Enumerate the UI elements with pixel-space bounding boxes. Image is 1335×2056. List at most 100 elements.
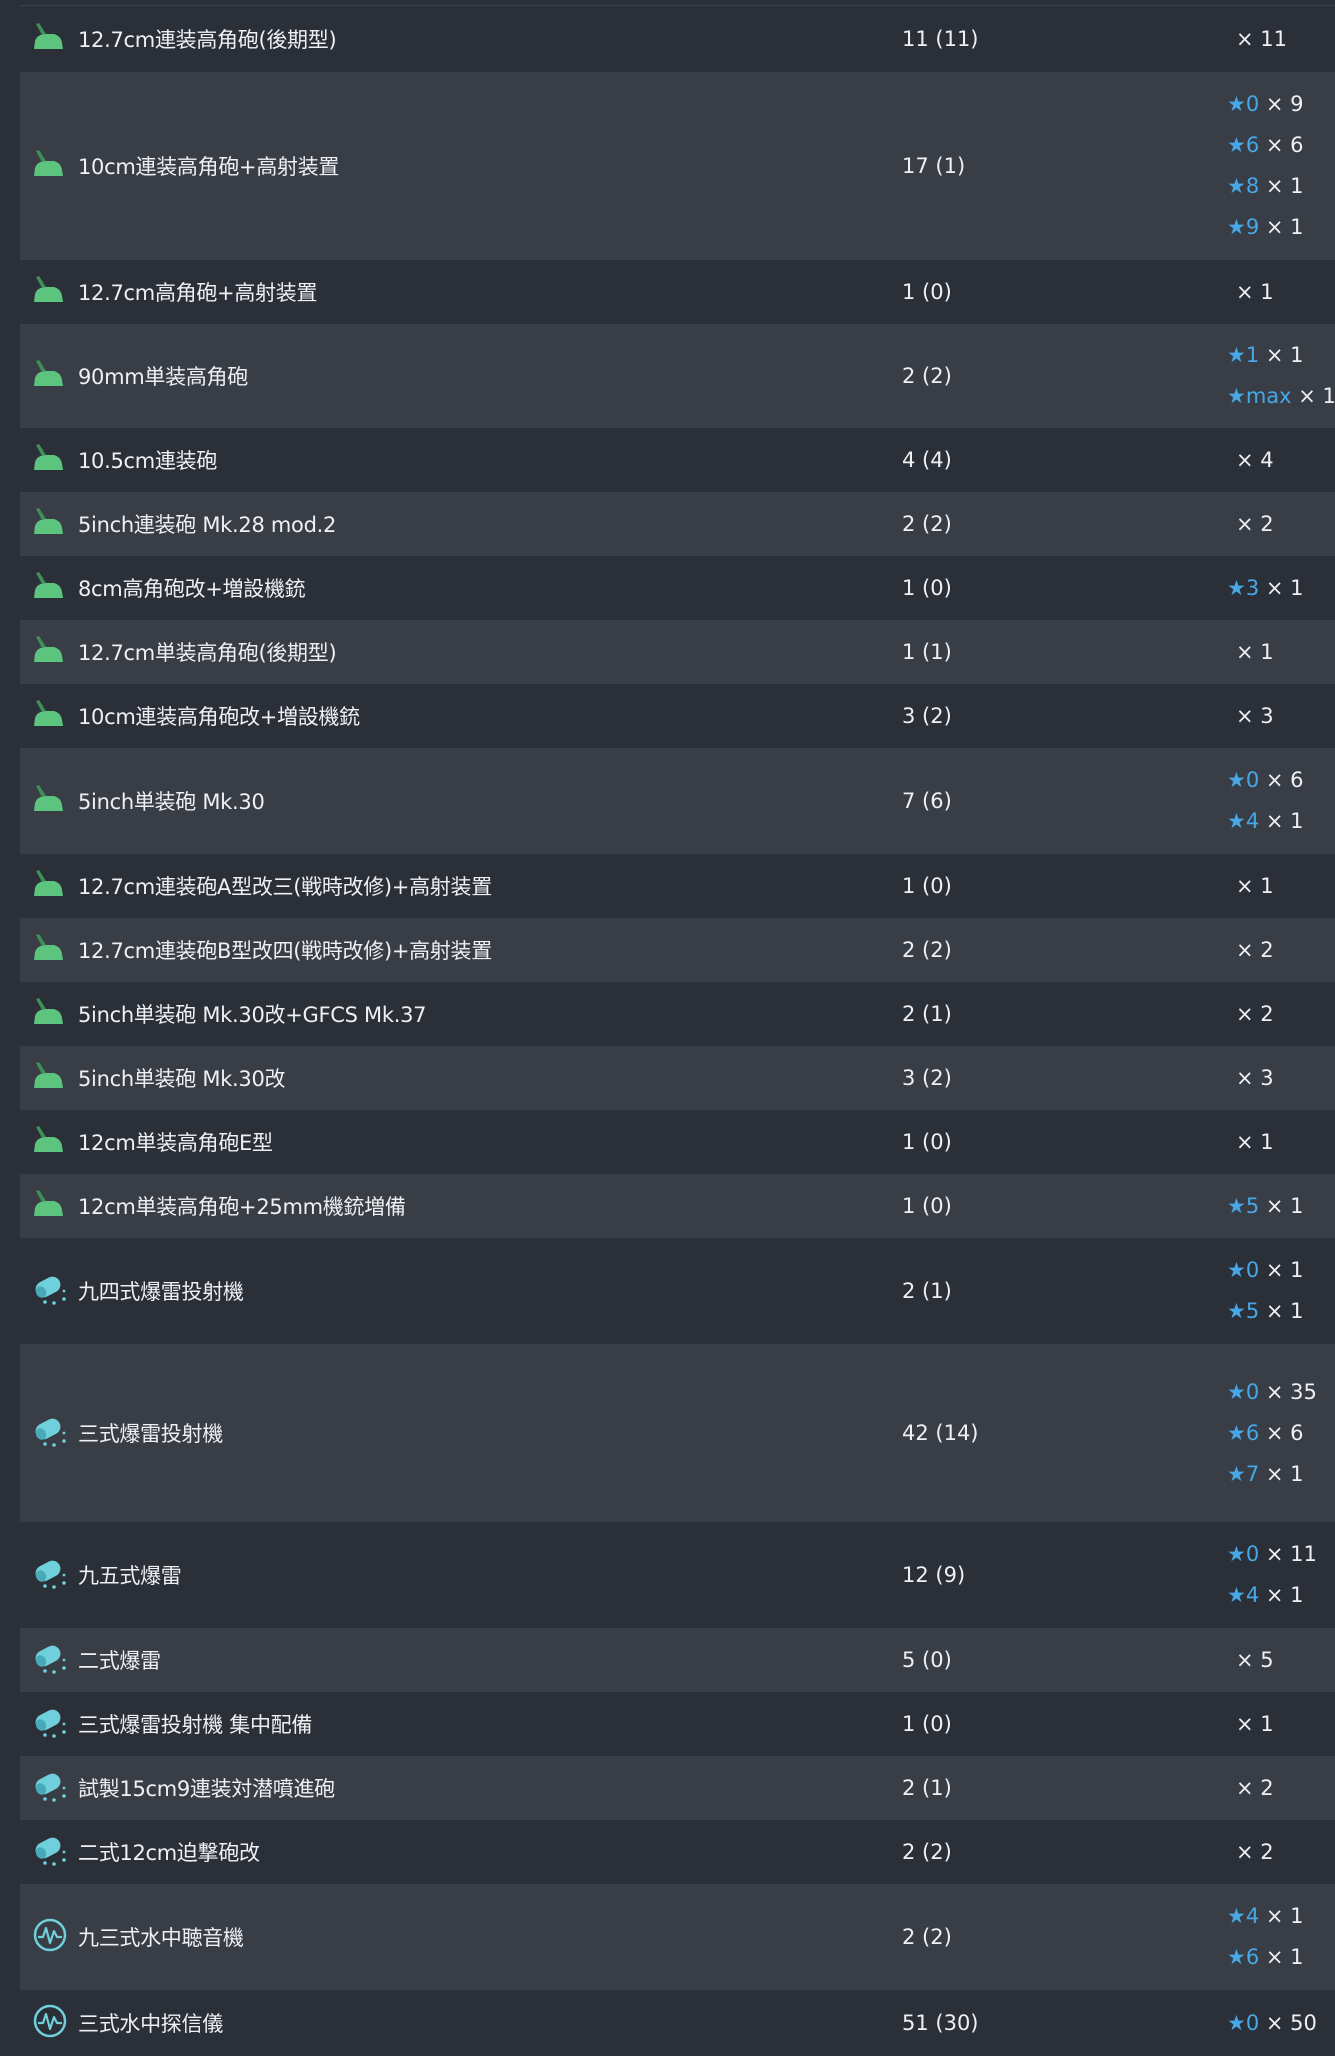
equipment-name: 九四式爆雷投射機 — [78, 1280, 244, 1304]
improvement-line: × 5 — [1227, 1640, 1335, 1681]
equipment-name: 12.7cm単装高角砲(後期型) — [78, 641, 337, 665]
improvement-count: × 1 — [1236, 1711, 1274, 1736]
improvement-level: 1 — [1245, 343, 1260, 367]
star-icon: ★ — [1227, 768, 1246, 792]
aa-gun-icon — [32, 783, 64, 815]
equipment-count: 1 (0) — [902, 874, 952, 898]
aa-gun-icon — [32, 1060, 64, 1092]
improvement-breakdown: ★4 × 1 ★6 × 1 — [1227, 1884, 1335, 1990]
improvement-breakdown: × 2 — [1227, 918, 1335, 982]
improvement-level: 4 — [1245, 1904, 1260, 1928]
improvement-breakdown: × 1 — [1227, 1110, 1335, 1174]
star-icon: ★ — [1227, 809, 1246, 833]
equipment-icon-cell — [20, 1692, 78, 1756]
improvement-level: 0 — [1245, 1542, 1260, 1566]
equipment-name: 試製15cm9連装対潜噴進砲 — [78, 1777, 335, 1801]
equipment-count: 3 (2) — [902, 1066, 952, 1090]
improvement-count: × 1 — [1265, 1583, 1304, 1607]
equipment-icon-cell — [20, 1756, 78, 1820]
improvement-count: × 3 — [1236, 703, 1274, 728]
equipment-name: 10.5cm連装砲 — [78, 449, 218, 473]
equipment-name: 5inch単装砲 Mk.30 — [78, 790, 265, 814]
improvement-breakdown: × 2 — [1227, 1756, 1335, 1820]
table-row: 12.7cm高角砲+高射装置 1 (0) × 1 — [20, 260, 1335, 324]
star-icon: ★ — [1227, 92, 1246, 116]
equipment-count: 1 (1) — [902, 640, 952, 664]
improvement-count: × 3 — [1236, 1065, 1274, 1090]
equipment-name: 九三式水中聴音機 — [78, 1926, 244, 1950]
improvement-level: 4 — [1245, 1583, 1260, 1607]
improvement-count: × 4 — [1236, 447, 1274, 472]
improvement-line: ★0 × 11 — [1227, 1534, 1335, 1575]
table-row: 三式爆雷投射機 42 (14) ★0 × 35 ★6 × 6 ★7 × 1 — [20, 1344, 1335, 1522]
table-row: 5inch単装砲 Mk.30改+GFCS Mk.37 2 (1) × 2 — [20, 982, 1335, 1046]
depth-charge-icon — [32, 1414, 68, 1448]
equipment-icon-cell — [20, 1046, 78, 1110]
improvement-breakdown: × 1 — [1227, 260, 1335, 324]
improvement-line: × 2 — [1227, 994, 1335, 1035]
improvement-level: 0 — [1245, 768, 1260, 792]
improvement-breakdown: × 3 — [1227, 684, 1335, 748]
improvement-breakdown: × 1 — [1227, 1692, 1335, 1756]
equipment-name: 九五式爆雷 — [78, 1564, 182, 1588]
improvement-line: × 2 — [1227, 1832, 1335, 1873]
table-row: 三式水中探信儀 51 (30) ★0 × 50 — [20, 1990, 1335, 2056]
improvement-count: × 1 — [1236, 1129, 1274, 1154]
improvement-count: × 1 — [1265, 1904, 1304, 1928]
depth-charge-icon — [32, 1272, 68, 1306]
equipment-name: 三式水中探信儀 — [78, 2012, 223, 2036]
improvement-line: ★0 × 6 — [1227, 760, 1335, 801]
sonar-icon — [32, 2003, 68, 2039]
table-row: 九四式爆雷投射機 2 (1) ★0 × 1 ★5 × 1 — [20, 1238, 1335, 1344]
improvement-line: ★6 × 6 — [1227, 1413, 1335, 1454]
improvement-count: × 2 — [1236, 1839, 1274, 1864]
improvement-breakdown: × 2 — [1227, 1820, 1335, 1884]
improvement-line: ★6 × 6 — [1227, 125, 1335, 166]
improvement-breakdown: ★0 × 9 ★6 × 6 ★8 × 1 ★9 × 1 — [1227, 72, 1335, 260]
star-icon: ★ — [1227, 1461, 1246, 1486]
table-row: 90mm単装高角砲 2 (2) ★1 × 1 ★max × 1 — [20, 324, 1335, 428]
aa-gun-icon — [32, 274, 64, 306]
star-icon: ★ — [1227, 343, 1246, 367]
aa-gun-icon — [32, 21, 64, 53]
equipment-count: 12 (9) — [902, 1563, 966, 1587]
star-icon: ★ — [1227, 384, 1246, 408]
improvement-count: × 1 — [1236, 279, 1274, 304]
improvement-breakdown: × 1 — [1227, 854, 1335, 918]
improvement-count: × 1 — [1298, 384, 1335, 408]
improvement-line: × 1 — [1227, 866, 1335, 907]
equipment-count: 4 (4) — [902, 448, 952, 472]
improvement-breakdown: × 2 — [1227, 982, 1335, 1046]
improvement-level: 8 — [1245, 174, 1260, 198]
equipment-name: 三式爆雷投射機 集中配備 — [78, 1713, 313, 1737]
improvement-line: × 1 — [1227, 632, 1335, 673]
equipment-icon-cell — [20, 556, 78, 620]
improvement-line: ★0 × 50 — [1227, 2003, 1335, 2044]
table-row: 8cm高角砲改+増設機銃 1 (0) ★3 × 1 — [20, 556, 1335, 620]
improvement-line: ★max × 1 — [1227, 376, 1335, 417]
table-row: 5inch連装砲 Mk.28 mod.2 2 (2) × 2 — [20, 492, 1335, 556]
aa-gun-icon — [32, 570, 64, 602]
improvement-line: ★6 × 1 — [1227, 1937, 1335, 1978]
star-icon: ★ — [1227, 1904, 1246, 1928]
improvement-level: 4 — [1245, 809, 1260, 833]
improvement-count: × 5 — [1236, 1647, 1274, 1672]
improvement-count: × 11 — [1236, 26, 1287, 51]
improvement-level: 0 — [1245, 1379, 1260, 1404]
table-row: 三式爆雷投射機 集中配備 1 (0) × 1 — [20, 1692, 1335, 1756]
equipment-icon-cell — [20, 918, 78, 982]
improvement-level: 7 — [1245, 1461, 1260, 1486]
equipment-icon-cell — [20, 854, 78, 918]
improvement-count: × 1 — [1265, 1258, 1304, 1282]
equipment-icon-cell — [20, 428, 78, 492]
improvement-line: × 2 — [1227, 1768, 1335, 1809]
improvement-count: × 2 — [1236, 937, 1274, 962]
star-icon: ★ — [1227, 1542, 1246, 1566]
improvement-line: ★8 × 1 — [1227, 166, 1335, 207]
improvement-breakdown: ★1 × 1 ★max × 1 — [1227, 324, 1335, 428]
improvement-count: × 1 — [1236, 873, 1274, 898]
aa-gun-icon — [32, 148, 64, 180]
depth-charge-icon — [32, 1641, 68, 1675]
improvement-line: × 1 — [1227, 1704, 1335, 1745]
equipment-name: 12.7cm高角砲+高射装置 — [78, 281, 318, 305]
